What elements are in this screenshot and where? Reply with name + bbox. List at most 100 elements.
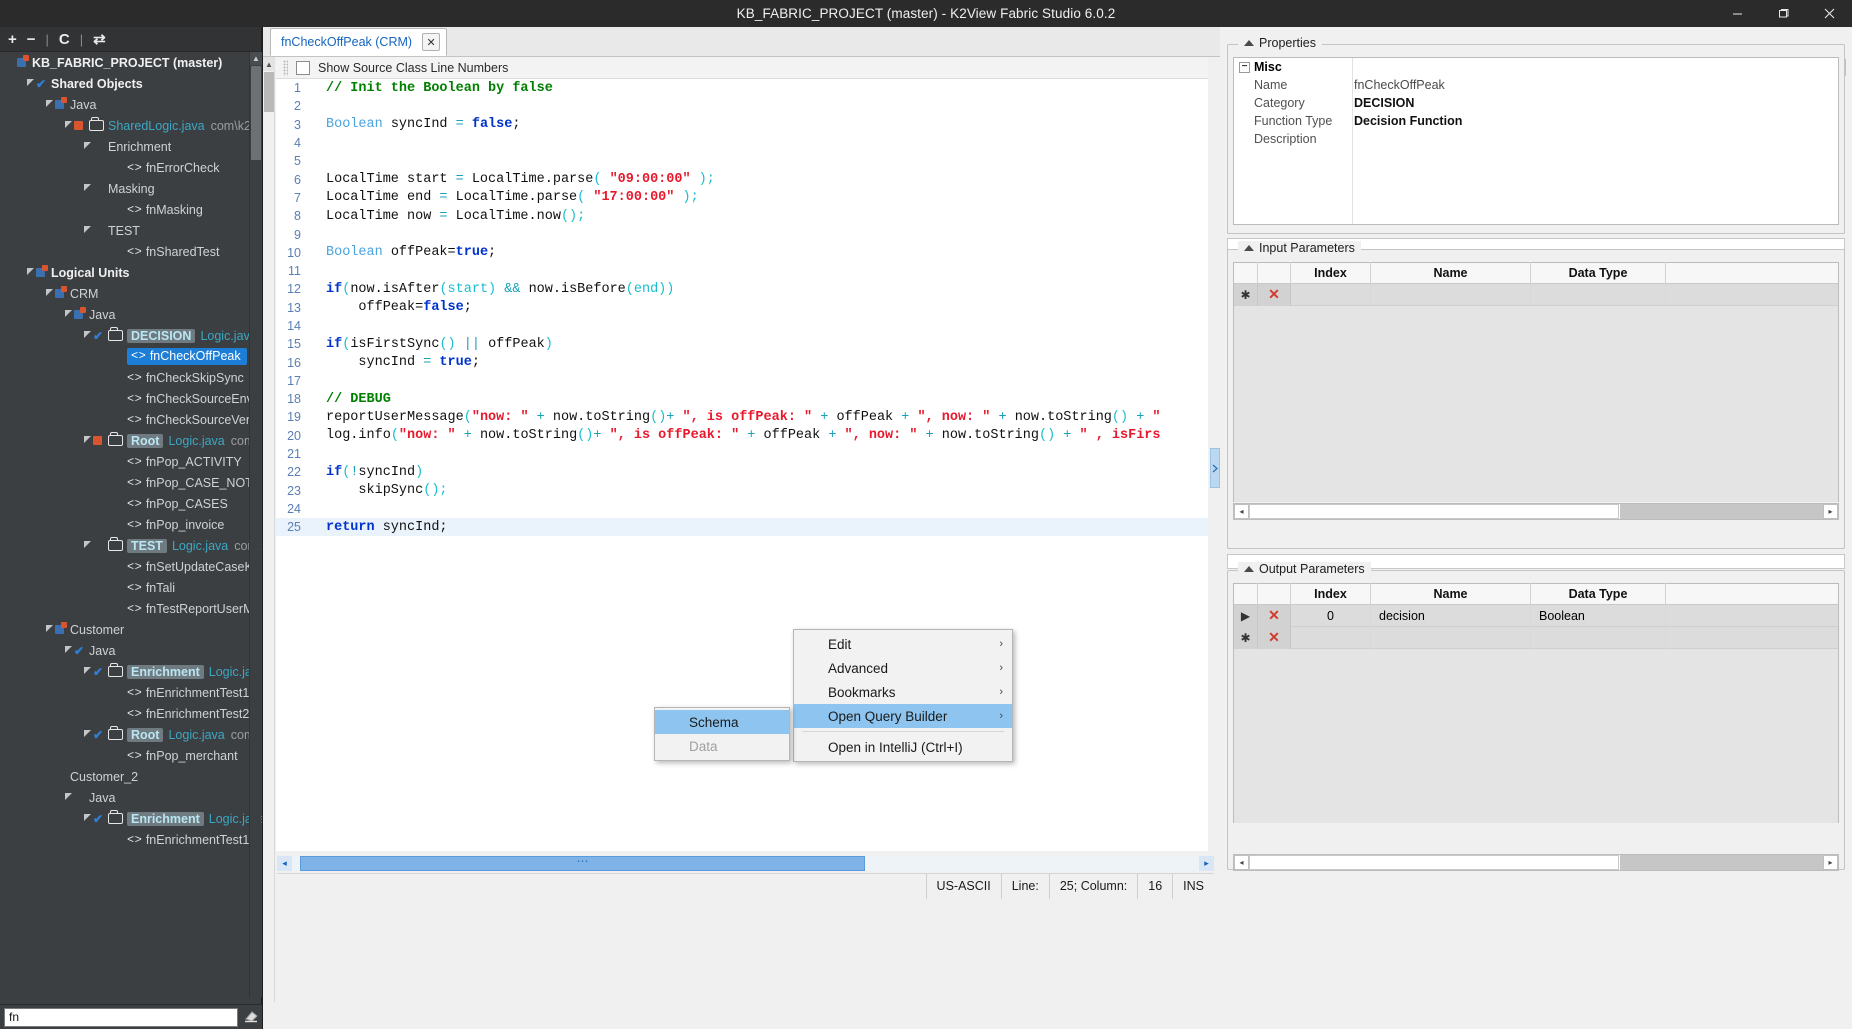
scroll-left-icon[interactable]: ◂ [1234, 855, 1249, 870]
tree-item[interactable]: CRM [0, 283, 250, 304]
editor-vertical-scrollbar[interactable]: ▲ [263, 57, 275, 1002]
right-splitter-handle[interactable] [1210, 448, 1220, 488]
output-cell-index[interactable]: 0 [1291, 605, 1371, 627]
collapse-icon[interactable] [1244, 245, 1254, 251]
input-cell-datatype[interactable] [1531, 284, 1666, 306]
code-line[interactable]: 25return syncInd; [276, 518, 1208, 536]
tree-item[interactable]: < >fnCheckSourceVersi [0, 409, 250, 430]
tree-item[interactable]: Masking [0, 178, 250, 199]
output-hscroll-thumb[interactable] [1249, 855, 1619, 870]
expand-arrow-icon[interactable] [82, 435, 93, 446]
scroll-thumb[interactable] [251, 66, 261, 160]
code-line[interactable]: 17 [276, 372, 1208, 390]
add-icon[interactable]: + [8, 32, 17, 47]
property-value[interactable]: fnCheckOffPeak [1354, 78, 1445, 92]
maximize-button[interactable] [1760, 0, 1806, 27]
expand-arrow-icon[interactable] [44, 288, 55, 299]
tree-item[interactable]: < >fnPop_ACTIVITY [0, 451, 250, 472]
code-line[interactable]: 20log.info("now: " + now.toString()+ ", … [276, 427, 1208, 445]
input-cell-name[interactable] [1371, 284, 1531, 306]
menu-item[interactable]: Open Query Builder› [794, 704, 1012, 728]
code-line[interactable]: 21 [276, 445, 1208, 463]
tree-item[interactable]: < >fnPop_invoice [0, 514, 250, 535]
code-line[interactable]: 8LocalTime now = LocalTime.now(); [276, 207, 1208, 225]
code-line[interactable]: 16 syncInd = true; [276, 353, 1208, 371]
tree-item[interactable]: Logical Units [0, 262, 250, 283]
table-row[interactable]: ▶ ✕ 0 decision Boolean [1234, 605, 1838, 627]
tree-item[interactable]: < >fnEnrichmentTest1 [0, 829, 250, 850]
code-line[interactable]: 22if(!syncInd) [276, 463, 1208, 481]
expand-arrow-icon[interactable] [63, 792, 74, 803]
code-line[interactable]: 18// DEBUG [276, 390, 1208, 408]
menu-item[interactable]: Bookmarks› [794, 680, 1012, 704]
tree-item[interactable]: SharedLogic.javacom\k2v [0, 115, 250, 136]
properties-section-row[interactable]: − Misc [1234, 58, 1838, 76]
selected-tree-item[interactable]: < >fnCheckOffPeak [127, 348, 247, 365]
code-line[interactable]: 6LocalTime start = LocalTime.parse( "09:… [276, 170, 1208, 188]
output-col-name[interactable]: Name [1371, 583, 1531, 605]
tree-item[interactable]: < >fnPop_merchant [0, 745, 250, 766]
tree-item[interactable]: RootLogic.javacom [0, 430, 250, 451]
minimize-button[interactable] [1714, 0, 1760, 27]
output-parameters-group-header[interactable]: Output Parameters [1238, 562, 1371, 576]
new-row-icon[interactable]: ✱ [1234, 627, 1258, 649]
output-cell-index-new[interactable] [1291, 627, 1371, 649]
tree-item[interactable]: Customer [0, 619, 250, 640]
expand-arrow-icon[interactable] [82, 330, 93, 341]
code-line[interactable]: 7LocalTime end = LocalTime.parse( "17:00… [276, 189, 1208, 207]
code-line[interactable]: 15if(isFirstSync() || offPeak) [276, 335, 1208, 353]
property-row[interactable]: Function TypeDecision Function [1234, 112, 1838, 130]
expand-arrow-icon[interactable] [63, 309, 74, 320]
output-col-index[interactable]: Index [1291, 583, 1371, 605]
expand-arrow-icon[interactable] [44, 624, 55, 635]
delete-row-icon[interactable]: ✕ [1258, 284, 1291, 306]
tree-item[interactable]: < >fnErrorCheck [0, 157, 250, 178]
tree-item[interactable]: ✔EnrichmentLogic.jav [0, 661, 250, 682]
expand-arrow-icon[interactable] [63, 120, 74, 131]
tree-item[interactable]: TEST [0, 220, 250, 241]
tree-vertical-scrollbar[interactable]: ▲ [249, 52, 261, 997]
property-row[interactable]: Description [1234, 130, 1838, 148]
tree-item[interactable]: < >fnCheckSourceEnv [0, 388, 250, 409]
tree-item[interactable]: Customer_2 [0, 766, 250, 787]
input-parameters-group-header[interactable]: Input Parameters [1238, 241, 1361, 255]
tree-item[interactable]: Java [0, 304, 250, 325]
code-line[interactable]: 10Boolean offPeak=true; [276, 244, 1208, 262]
properties-table[interactable]: − Misc NamefnCheckOffPeakCategoryDECISIO… [1233, 57, 1839, 225]
tab-fncheckoffpeak[interactable]: fnCheckOffPeak (CRM) ✕ [270, 28, 447, 56]
code-line[interactable]: 19reportUserMessage("now: " + now.toStri… [276, 408, 1208, 426]
code-line[interactable]: 9 [276, 225, 1208, 243]
property-value[interactable]: Decision Function [1354, 114, 1462, 128]
input-col-index[interactable]: Index [1291, 262, 1371, 284]
delete-row-icon[interactable]: ✕ [1258, 627, 1291, 649]
scroll-up-icon[interactable]: ▲ [263, 57, 275, 71]
tree-item[interactable]: < >fnTali [0, 577, 250, 598]
expand-arrow-icon[interactable] [63, 645, 74, 656]
refresh-icon[interactable]: C [59, 32, 70, 47]
tree-item[interactable]: Java [0, 787, 250, 808]
code-line[interactable]: 13 offPeak=false; [276, 299, 1208, 317]
remove-icon[interactable]: − [27, 32, 36, 47]
scroll-right-icon[interactable]: ▸ [1823, 504, 1838, 519]
menu-item[interactable]: Schema [655, 710, 789, 734]
input-col-name[interactable]: Name [1371, 262, 1531, 284]
expand-arrow-icon[interactable] [82, 141, 93, 152]
tree-item[interactable]: < >fnMasking [0, 199, 250, 220]
tree-item[interactable]: < >fnSetUpdateCaseKe [0, 556, 250, 577]
tree-item[interactable]: Java [0, 94, 250, 115]
output-parameters-body[interactable]: ▶ ✕ 0 decision Boolean ✱ ✕ [1233, 605, 1839, 823]
input-cell-index[interactable] [1291, 284, 1371, 306]
input-col-datatype[interactable]: Data Type [1531, 262, 1666, 284]
context-menu[interactable]: Edit›Advanced›Bookmarks›Open Query Build… [793, 629, 1013, 762]
code-line[interactable]: 14 [276, 317, 1208, 335]
input-parameters-body[interactable]: ✱ ✕ [1233, 284, 1839, 502]
code-line[interactable]: 11 [276, 262, 1208, 280]
output-parameters-hscroll[interactable]: ◂ ▸ [1233, 854, 1839, 871]
input-parameters-hscroll[interactable]: ◂ ▸ [1233, 503, 1839, 520]
output-hscroll-track[interactable] [1249, 855, 1823, 870]
scroll-right-icon[interactable]: ▸ [1199, 856, 1214, 871]
scroll-left-icon[interactable]: ◂ [1234, 504, 1249, 519]
tree-item[interactable]: < >fnTestReportUserMe [0, 598, 250, 619]
tree-item[interactable]: < >fnPop_CASE_NOTE [0, 472, 250, 493]
output-col-datatype[interactable]: Data Type [1531, 583, 1666, 605]
